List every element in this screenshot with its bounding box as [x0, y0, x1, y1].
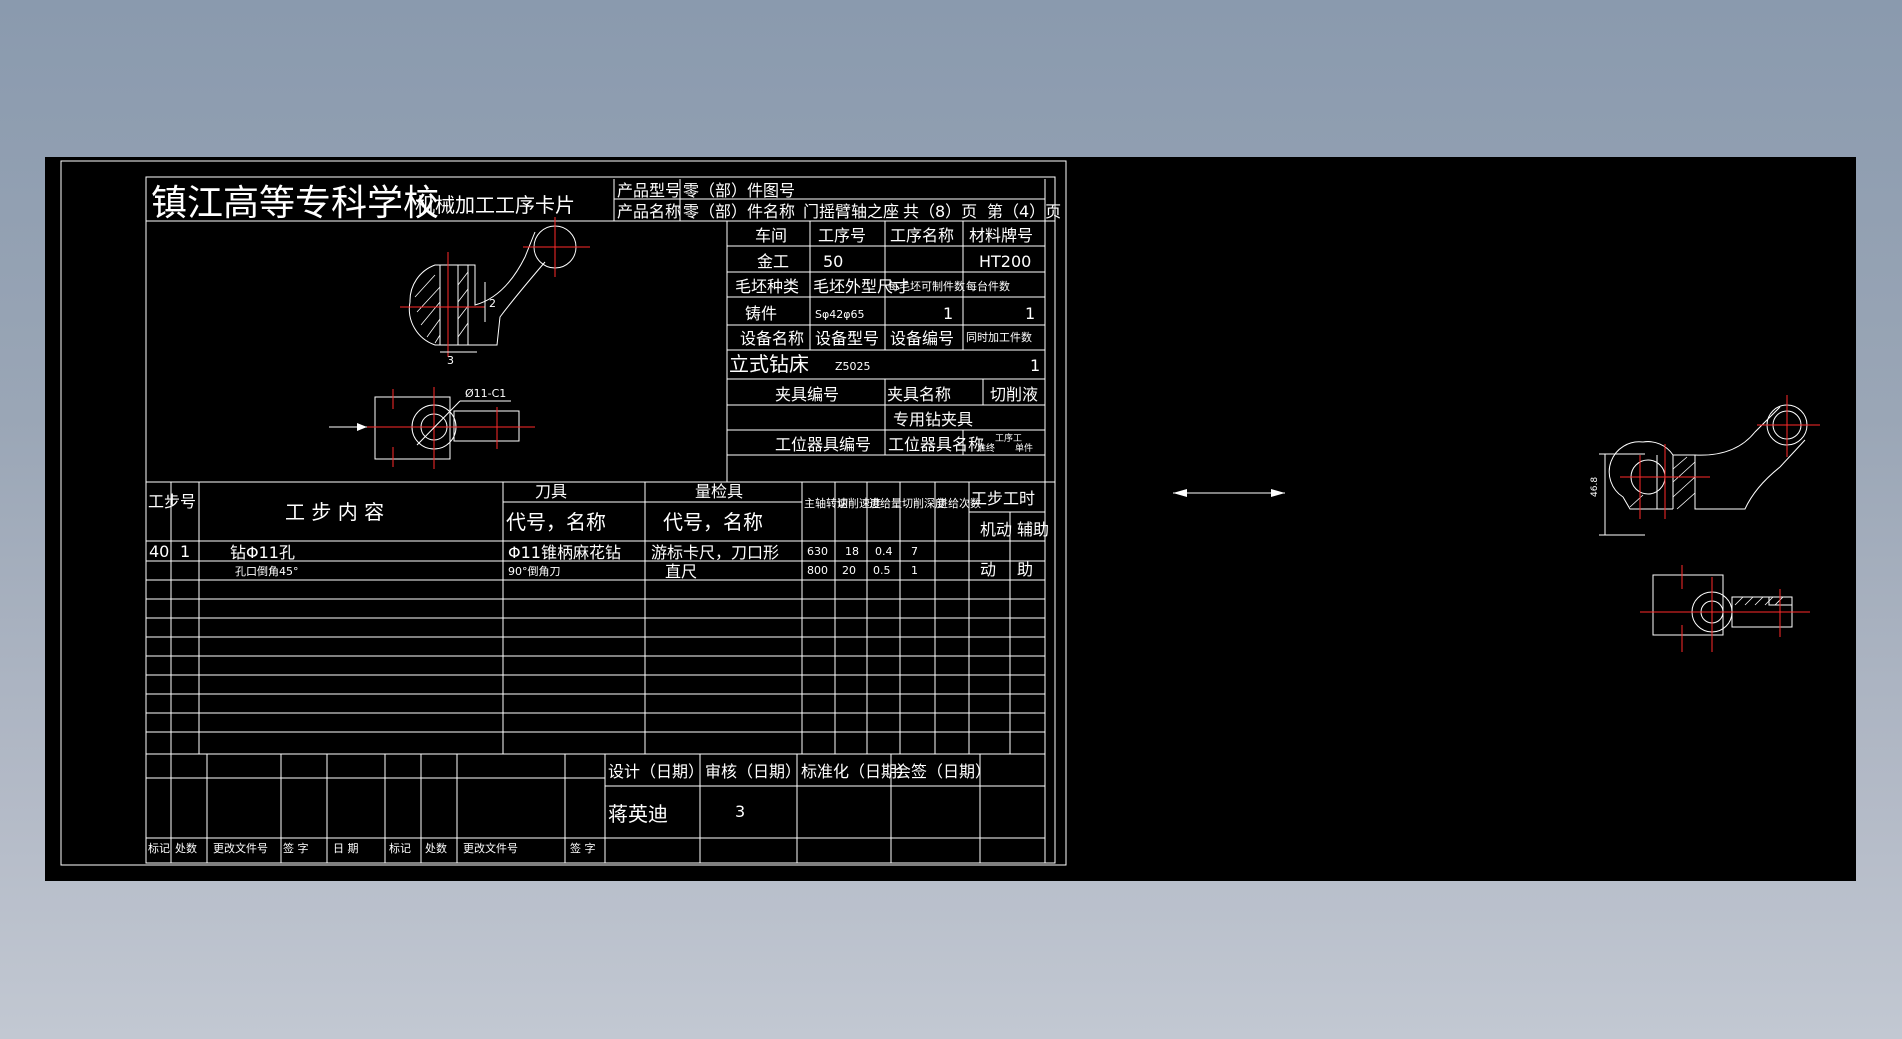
designer-name: 蒋英迪 — [608, 802, 668, 826]
cell-aux: 助 — [1017, 560, 1033, 579]
rev-count2: 处数 — [425, 842, 447, 855]
part-sketch-bottom: Ø11-C1 — [329, 387, 535, 469]
pieces-per-blank-value: 1 — [943, 304, 953, 323]
hdr-feed: 进给量 — [869, 497, 902, 510]
dim-2: 2 — [489, 297, 496, 310]
label-material: 材料牌号 — [969, 226, 1033, 245]
label-hours-unit: 单件 — [1015, 442, 1033, 454]
table-row: 孔口倒角45° 90°倒角刀 直尺 800 20 0.5 1 — [235, 562, 918, 581]
hdr-part-drawing-no: 零（部）件图号 — [683, 181, 795, 200]
cell-tool: Φ11锥柄麻花钻 — [508, 543, 621, 562]
label-coolant: 切削液 — [990, 385, 1038, 404]
rev-doc: 更改文件号 — [213, 841, 268, 855]
cell-feed: 0.4 — [875, 545, 893, 558]
pan-arrow — [1173, 489, 1285, 497]
sign-review: 审核（日期） — [705, 762, 801, 781]
simul-parts-value: 1 — [1030, 356, 1040, 375]
rev-date: 日 期 — [333, 842, 359, 855]
pieces-per-unit-value: 1 — [1025, 304, 1035, 323]
rev-sign2: 签 字 — [570, 841, 596, 855]
label-fixture-name: 夹具名称 — [887, 385, 951, 404]
label-workshop: 车间 — [755, 226, 787, 245]
hdr-aux: 辅助 — [1017, 520, 1049, 539]
cell-step: 1 — [180, 542, 190, 561]
label-hours: 工序工 — [995, 432, 1022, 444]
equip-name-value: 立式钻床 — [729, 352, 809, 376]
rev-doc2: 更改文件号 — [463, 841, 518, 855]
fixture-name-value: 专用钻夹具 — [893, 410, 973, 429]
cell-depth: 7 — [911, 545, 918, 558]
cell-speed: 800 — [807, 564, 828, 577]
hdr-tool-code: 代号，名称 — [506, 510, 606, 534]
label-pieces-per-unit: 每台件数 — [966, 279, 1010, 293]
blank-size-value: Sφ42φ65 — [815, 308, 865, 321]
school-name: 镇江高等专科学校 — [151, 183, 439, 224]
hdr-gauge: 量检具 — [695, 482, 743, 501]
label-simul-parts: 同时加工件数 — [966, 331, 1032, 344]
label-process-name: 工序名称 — [890, 226, 954, 245]
sign-countersign: 会签（日期） — [895, 762, 991, 781]
label-equip-model: 设备型号 — [815, 329, 879, 348]
label-fixture-no: 夹具编号 — [775, 385, 839, 404]
page-no: 第（4）页 — [987, 202, 1061, 221]
blank-type-value: 铸件 — [745, 304, 777, 323]
cell-content: 钻Φ11孔 — [230, 543, 295, 562]
cell-content: 孔口倒角45° — [235, 565, 299, 578]
label-equip-no: 设备编号 — [890, 329, 954, 348]
rev-sign: 签 字 — [283, 841, 309, 855]
dim-right: 46.8 — [1590, 477, 1600, 497]
equip-model-value: Z5025 — [835, 360, 871, 373]
label-blank-type: 毛坯种类 — [735, 277, 799, 296]
cell-gauge: 游标卡尺，刀口形 — [651, 543, 779, 562]
part-view-right-top: 46.8 — [1590, 395, 1820, 536]
part-view-right-bottom — [1640, 565, 1810, 652]
cell-machine: 动 — [980, 560, 996, 579]
total-pages: 共（8）页 — [903, 202, 977, 221]
cell-vc: 18 — [845, 545, 859, 558]
hdr-tool: 刀具 — [535, 482, 567, 501]
cell-tool: 90°倒角刀 — [508, 565, 561, 578]
hdr-step-no: 工步号 — [148, 492, 196, 511]
part-sketch-top: 3 2 — [400, 217, 590, 367]
label-equip-name: 设备名称 — [740, 329, 804, 348]
label-hours-std: 准终 — [977, 442, 995, 454]
workshop-value: 金工 — [757, 252, 789, 271]
cell-speed: 630 — [807, 545, 828, 558]
sign-date-tail: 3 — [735, 802, 745, 821]
dim-3: 3 — [447, 354, 454, 367]
part-name-value: 门摇臂轴之座 — [803, 202, 899, 221]
cell-gauge: 直尺 — [665, 562, 697, 581]
hdr-step-time: 工步工时 — [971, 489, 1035, 508]
cell-depth: 1 — [911, 564, 918, 577]
label-station-tool-name: 工位器具名称 — [888, 435, 984, 454]
cell-proc: 40 — [149, 542, 169, 561]
hdr-machine: 机动 — [980, 520, 1012, 539]
cell-vc: 20 — [842, 564, 856, 577]
label-process-no: 工序号 — [818, 226, 866, 245]
sign-design: 设计（日期） — [608, 762, 704, 781]
process-card-drawing: 镇江高等专科学校 机械加工工序卡片 产品型号 零（部）件图号 产品名称 零（部）… — [60, 160, 1820, 866]
hole-note: Ø11-C1 — [465, 387, 506, 400]
card-title: 机械加工工序卡片 — [415, 193, 575, 217]
material-value: HT200 — [979, 252, 1031, 271]
rev-mark: 标记 — [148, 841, 170, 855]
hdr-gauge-code: 代号，名称 — [663, 510, 763, 534]
cad-drawing-canvas[interactable]: 镇江高等专科学校 机械加工工序卡片 产品型号 零（部）件图号 产品名称 零（部）… — [45, 157, 1856, 881]
hdr-part-name: 零（部）件名称 — [683, 202, 795, 221]
process-no-value: 50 — [823, 252, 843, 271]
rev-count: 处数 — [175, 842, 197, 855]
rev-mark2: 标记 — [389, 841, 411, 855]
hdr-product-model: 产品型号 — [617, 181, 681, 200]
cell-feed: 0.5 — [873, 564, 891, 577]
label-station-tool-no: 工位器具编号 — [775, 435, 871, 454]
hdr-product-name: 产品名称 — [617, 202, 681, 221]
hdr-step-content: 工 步 内 容 — [285, 500, 384, 524]
label-pieces-per-blank: 每毛坯可制件数 — [888, 279, 965, 293]
